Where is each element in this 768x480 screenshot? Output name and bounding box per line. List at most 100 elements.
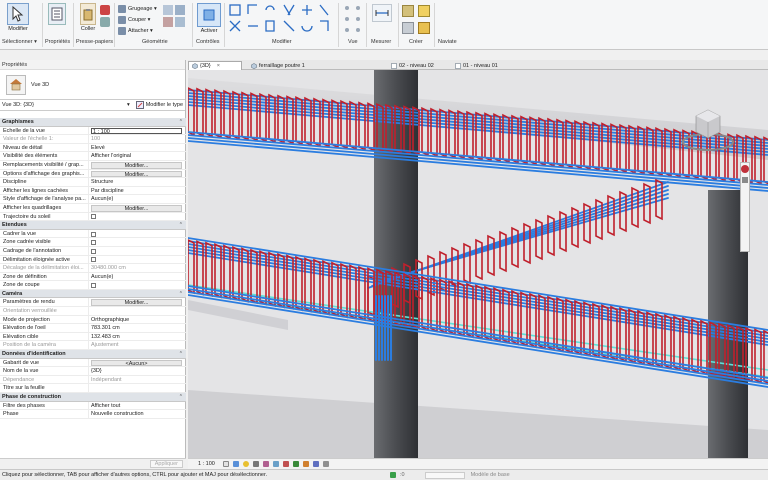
geometry-tool-icon[interactable]	[175, 5, 185, 15]
type-selector[interactable]: Vue 3D	[0, 70, 185, 100]
tab-niveau-02[interactable]: 02 - niveau 02	[388, 61, 450, 70]
lock-view-icon[interactable]	[292, 461, 299, 467]
collapse-icon[interactable]: ⌃	[179, 393, 183, 402]
property-value-cell[interactable]	[89, 238, 186, 246]
property-value-cell[interactable]: 132.483 cm	[89, 333, 186, 341]
measure-button[interactable]	[372, 4, 392, 22]
show-crop-icon[interactable]	[282, 461, 289, 467]
tab-ferraillage-poutre[interactable]: ferraillage poutre 1	[248, 61, 324, 70]
property-value-cell[interactable]: 1 : 100	[89, 127, 186, 135]
worksharing-icon[interactable]	[390, 472, 396, 478]
checkbox[interactable]	[91, 231, 96, 237]
checkbox[interactable]	[91, 240, 96, 246]
property-value-cell[interactable]: Orthographique	[89, 316, 186, 324]
tab-3d[interactable]: {3D} ×	[188, 61, 242, 70]
apply-button[interactable]: Appliquer	[149, 460, 183, 468]
active-workset-field[interactable]	[424, 471, 465, 479]
cope-button[interactable]: Grugeage ▾	[118, 4, 157, 14]
property-value-cell[interactable]: Nouvelle construction	[89, 410, 186, 418]
edit-type-button[interactable]: ▾ Modifier le type	[127, 101, 183, 109]
property-value-cell[interactable]	[89, 247, 186, 255]
property-value-cell[interactable]: Structure	[89, 178, 186, 186]
property-value-cell[interactable]: Afficher l'original	[89, 152, 186, 160]
zoom-icon[interactable]	[742, 177, 748, 183]
property-value-cell[interactable]: Modifier...	[89, 170, 186, 178]
property-group-header[interactable]: Graphismes ⌃	[0, 118, 186, 127]
measure-panel-label[interactable]: Mesurer	[371, 39, 391, 45]
property-value-cell[interactable]: Elevé	[89, 144, 186, 152]
model-label[interactable]: Modèle de base	[471, 472, 510, 478]
detail-level-icon[interactable]	[222, 461, 229, 467]
close-icon[interactable]: ×	[217, 63, 220, 69]
geometry-tool-icon[interactable]	[175, 17, 185, 27]
shadows-icon[interactable]	[252, 461, 259, 467]
geometry-tool-icon[interactable]	[163, 5, 173, 15]
paste-button[interactable]: Coller	[80, 3, 96, 32]
edit-button[interactable]: Modifier...	[91, 204, 182, 212]
property-group-header[interactable]: Caméra ⌃	[0, 289, 186, 299]
collapse-icon[interactable]: ⌃	[179, 350, 183, 359]
property-value-cell[interactable]: Modifier...	[89, 204, 186, 212]
checkbox[interactable]	[91, 214, 96, 220]
checkbox[interactable]	[91, 248, 96, 254]
property-value-cell[interactable]: Aucun(e)	[89, 195, 186, 203]
join-button[interactable]: Attacher ▾	[118, 26, 153, 36]
view-scale[interactable]: 1 : 100	[188, 461, 221, 467]
analytical-model-icon[interactable]	[322, 461, 329, 467]
property-group-header[interactable]: Données d'identification ⌃	[0, 350, 186, 359]
create-similar-icon[interactable]	[418, 5, 430, 17]
collapse-icon[interactable]: ⌃	[179, 290, 183, 299]
longitudinal-bar	[188, 288, 768, 382]
collapse-icon[interactable]: ⌃	[179, 221, 183, 230]
property-group-header[interactable]: Etendues ⌃	[0, 221, 186, 230]
temporary-hide-icon[interactable]	[302, 461, 309, 467]
property-value-cell[interactable]: Aucun(e)	[89, 273, 186, 281]
collapse-icon[interactable]: ⌃	[179, 118, 183, 127]
property-value-cell[interactable]: Par discipline	[89, 187, 186, 195]
steering-wheel-icon[interactable]	[741, 165, 749, 173]
property-value[interactable]: 1 : 100	[91, 127, 182, 135]
3d-viewport[interactable]	[188, 70, 768, 458]
property-value-cell[interactable]	[89, 281, 186, 289]
property-value-cell[interactable]	[89, 256, 186, 264]
longitudinal-bar	[188, 291, 768, 385]
tab-niveau-01[interactable]: 01 - niveau 01	[452, 61, 514, 70]
copy-icon[interactable]	[100, 17, 110, 27]
cut-icon[interactable]	[100, 5, 110, 15]
edit-button[interactable]: Modifier...	[91, 170, 182, 178]
create-assembly-icon[interactable]	[418, 22, 430, 34]
property-value-cell[interactable]	[89, 213, 186, 221]
reveal-hidden-icon[interactable]	[312, 461, 319, 467]
property-value-cell[interactable]: Modifier...	[89, 161, 186, 169]
select-panel-label[interactable]: Sélectionner ▾	[2, 39, 37, 45]
properties-button[interactable]	[48, 3, 66, 25]
property-value-cell[interactable]	[89, 230, 186, 238]
property-value-cell[interactable]: Afficher tout	[89, 402, 186, 410]
create-part-icon[interactable]	[402, 22, 414, 34]
sun-path-icon[interactable]	[242, 461, 249, 467]
property-value-cell[interactable]: Modifier...	[89, 298, 186, 307]
render-icon[interactable]	[262, 461, 269, 467]
property-value-cell[interactable]: <Aucun>	[89, 359, 186, 367]
crop-view-icon[interactable]	[272, 461, 279, 467]
edit-button[interactable]: <Aucun>	[91, 359, 182, 367]
geometry-tool-icon[interactable]	[163, 17, 173, 27]
property-value-cell[interactable]	[89, 384, 186, 392]
create-group-icon[interactable]	[402, 5, 414, 17]
property-row: Mode de projection Orthographique	[0, 315, 186, 325]
property-value-cell[interactable]: 783.301 cm	[89, 324, 186, 332]
view-cube-icon[interactable]	[680, 98, 736, 154]
visual-style-icon[interactable]	[232, 461, 239, 467]
instance-selector[interactable]: Vue 3D: {3D}	[2, 102, 34, 108]
floor-plan-icon	[455, 62, 461, 69]
checkbox[interactable]	[91, 257, 96, 263]
modify-button[interactable]: Modifier	[7, 3, 29, 32]
cut-geometry-button[interactable]: Couper ▾	[118, 15, 150, 25]
checkbox[interactable]	[91, 283, 96, 289]
activate-button[interactable]: Activer	[197, 3, 221, 34]
navigation-bar[interactable]	[740, 162, 750, 252]
edit-button[interactable]: Modifier...	[91, 161, 182, 169]
edit-button[interactable]: Modifier...	[91, 299, 182, 307]
property-value-cell[interactable]: {3D}	[89, 367, 186, 375]
property-group-header[interactable]: Phase de construction ⌃	[0, 393, 186, 402]
